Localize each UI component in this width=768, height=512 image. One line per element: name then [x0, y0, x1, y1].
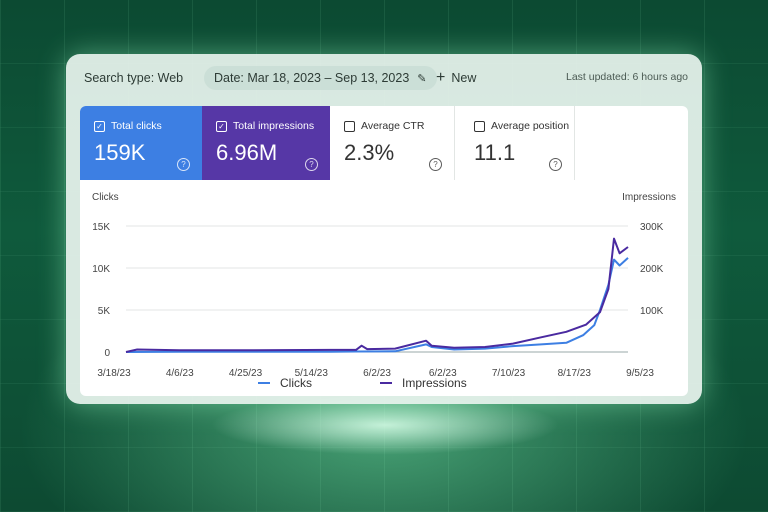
new-filter-button[interactable]: + New [430, 66, 482, 90]
checkbox-unchecked-icon[interactable] [344, 120, 355, 132]
left-tick-label: 0 [104, 348, 110, 359]
legend-label: Clicks [280, 376, 312, 390]
x-tick-label: 4/6/23 [166, 368, 194, 379]
date-range-filter[interactable]: Date: Mar 18, 2023 – Sep 13, 2023 ✎ [204, 66, 437, 90]
search-type-label: Search type: Web [84, 71, 184, 85]
help-icon[interactable]: ? [549, 158, 562, 171]
legend-label: Impressions [402, 376, 467, 390]
metric-value: 6.96M [216, 140, 278, 165]
metric-average-ctr[interactable]: Average CTR 2.3% ? [330, 106, 455, 180]
left-tick-label: 10K [92, 264, 110, 275]
metric-total-clicks[interactable]: ✓ Total clicks 159K ? [80, 106, 202, 180]
checkbox-checked-icon[interactable]: ✓ [216, 120, 227, 132]
right-tick-label: 200K [640, 264, 664, 275]
right-tick-label: 100K [640, 306, 664, 317]
left-tick-label: 15K [92, 222, 110, 233]
series-line-impressions [125, 237, 629, 353]
new-label: New [451, 71, 477, 85]
x-tick-label: 9/5/23 [626, 368, 654, 379]
right-tick-label: 300K [640, 222, 664, 233]
metric-value: 159K [94, 140, 146, 165]
help-icon[interactable]: ? [177, 158, 190, 171]
metric-label: Average position [491, 120, 570, 132]
background-glow [210, 395, 560, 455]
checkbox-unchecked-icon[interactable] [474, 120, 485, 132]
search-type-filter[interactable]: Search type: Web [74, 66, 193, 90]
left-tick-label: 5K [98, 306, 111, 317]
help-icon[interactable]: ? [305, 158, 318, 171]
checkbox-checked-icon[interactable]: ✓ [94, 120, 105, 132]
plus-icon: + [436, 69, 446, 86]
pencil-icon[interactable]: ✎ [417, 73, 426, 85]
metric-total-impressions[interactable]: ✓ Total impressions 6.96M ? [202, 106, 330, 180]
filter-bar: Search type: Web Date: Mar 18, 2023 – Se… [66, 54, 702, 100]
series-line-clicks [125, 257, 629, 353]
x-tick-label: 8/17/23 [558, 368, 592, 379]
metric-average-position[interactable]: Average position 11.1 ? [460, 106, 575, 180]
search-console-panel: Search type: Web Date: Mar 18, 2023 – Se… [66, 54, 702, 404]
date-range-label: Date: Mar 18, 2023 – Sep 13, 2023 [214, 71, 410, 85]
x-tick-label: 3/18/23 [97, 368, 131, 379]
last-updated-text: Last updated: 6 hours ago [565, 71, 688, 83]
metric-label: Total impressions [233, 120, 315, 132]
legend-item-impressions[interactable]: Impressions [380, 376, 467, 390]
metric-label: Total clicks [111, 120, 162, 132]
metric-value: 2.3% [344, 140, 395, 165]
x-tick-label: 7/10/23 [492, 368, 526, 379]
metric-value: 11.1 [474, 140, 516, 165]
legend-item-clicks[interactable]: Clicks [258, 376, 312, 390]
metric-label: Average CTR [361, 120, 425, 132]
performance-chart[interactable]: 15K10K5K0300K200K100K3/18/23 4/6/23 4/25/2… [80, 202, 688, 396]
legend-swatch [380, 381, 392, 385]
legend-swatch [258, 381, 270, 385]
help-icon[interactable]: ? [429, 158, 442, 171]
performance-card: ✓ Total clicks 159K ? ✓ Total impressions … [80, 106, 688, 396]
